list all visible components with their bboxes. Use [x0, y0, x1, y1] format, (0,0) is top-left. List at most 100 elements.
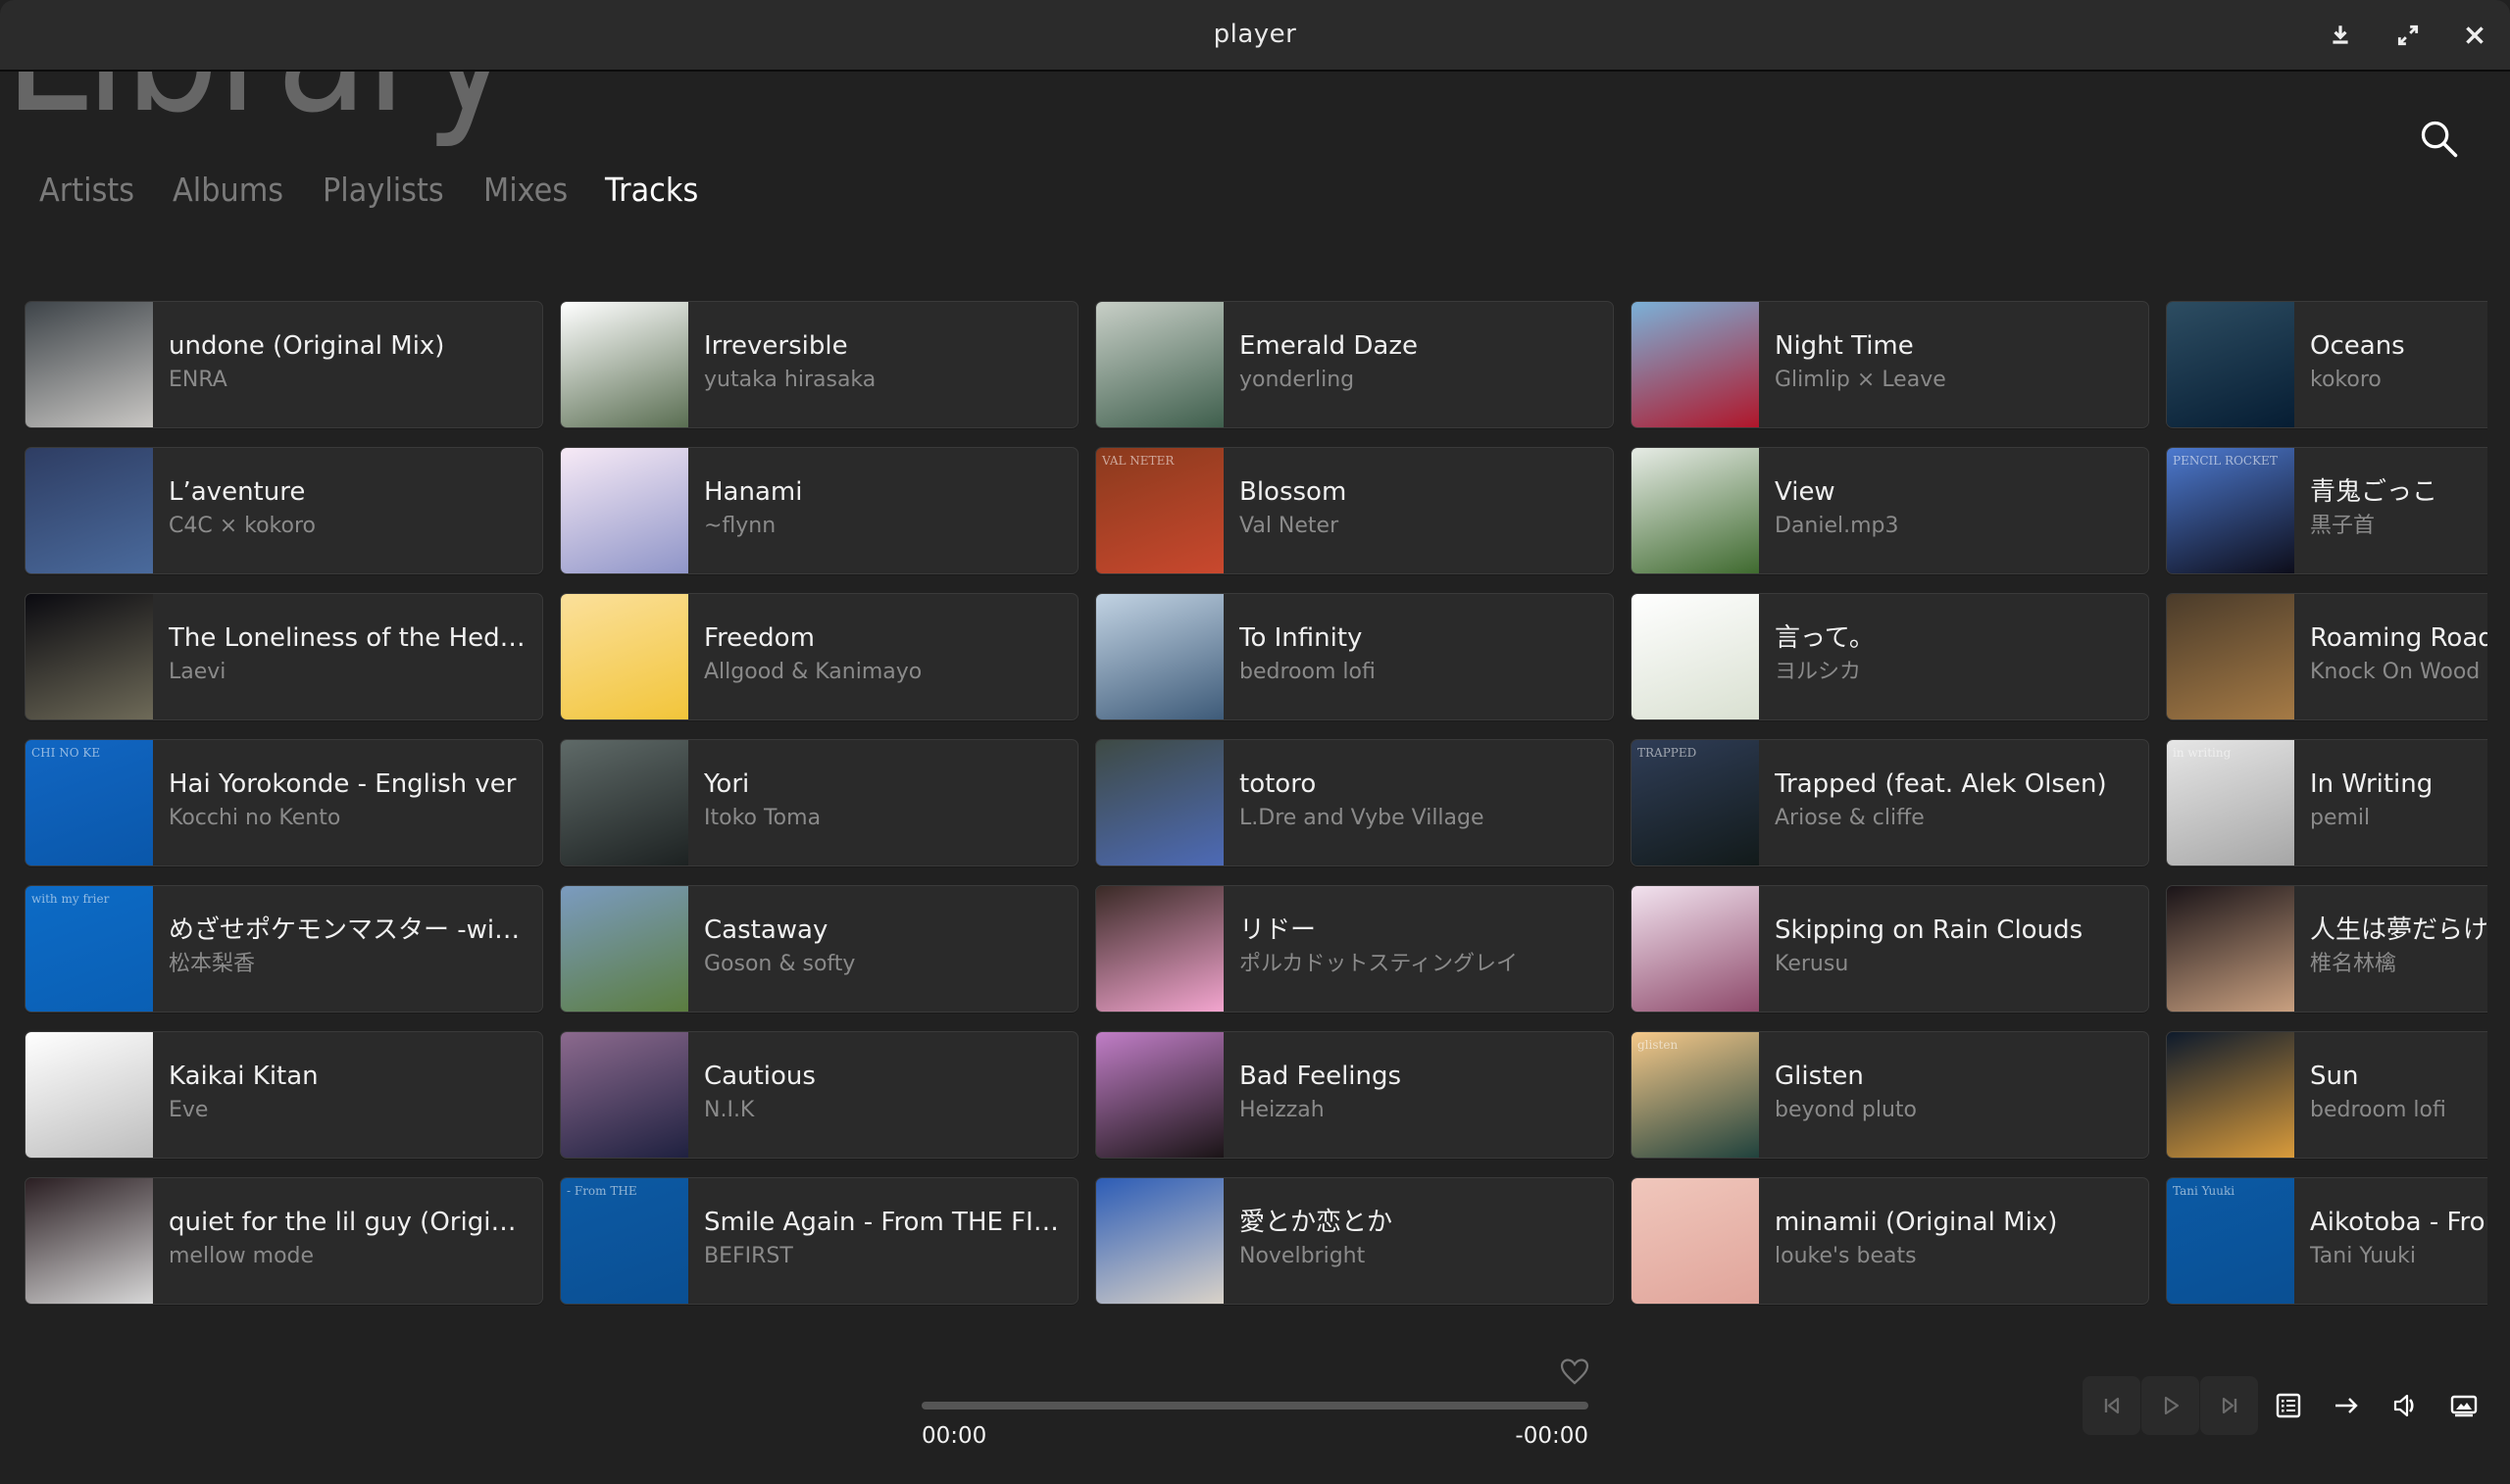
track-card[interactable]: Night Time Glimlip × Leave	[1631, 301, 2149, 428]
tab-mixes[interactable]: Mixes	[483, 171, 568, 209]
track-title: Hanami	[704, 477, 803, 507]
heart-icon	[1560, 1359, 1589, 1385]
tab-albums[interactable]: Albums	[173, 171, 283, 209]
track-card[interactable]: To Infinity bedroom lofi	[1095, 593, 1614, 720]
album-art	[2167, 1032, 2294, 1158]
queue-list-icon	[2276, 1393, 2301, 1418]
elapsed-time: 00:00	[922, 1423, 987, 1449]
repeat-mode-button[interactable]	[2329, 1388, 2364, 1423]
track-card[interactable]: Roaming Roads Knock On Wood	[2166, 593, 2487, 720]
search-button[interactable]	[2414, 114, 2465, 165]
track-artist: bedroom lofi	[2310, 1098, 2446, 1122]
track-artist: ポルカドットスティングレイ	[1239, 952, 1519, 976]
progress-slider[interactable]	[922, 1402, 1588, 1410]
track-info: 青鬼ごっこ 黒子首	[2310, 475, 2487, 542]
track-info: 言って。 ヨルシカ	[1775, 621, 2133, 688]
track-card[interactable]: Skipping on Rain Clouds Kerusu	[1631, 885, 2149, 1013]
queue-button[interactable]	[2271, 1388, 2306, 1423]
track-info: Skipping on Rain Clouds Kerusu	[1775, 914, 2133, 980]
album-art-caption: VAL NETER	[1102, 454, 1175, 468]
next-button[interactable]	[2200, 1376, 2258, 1435]
track-card[interactable]: totoro L.Dre and Vybe Village	[1095, 739, 1614, 866]
track-title: Sun	[2310, 1062, 2359, 1091]
album-art: CHI NO KE	[25, 740, 153, 866]
track-title: Glisten	[1775, 1062, 1864, 1091]
track-card[interactable]: Yori Itoko Toma	[560, 739, 1079, 866]
album-art-caption: TRAPPED	[1637, 746, 1697, 760]
track-card[interactable]: in writing In Writing pemil	[2166, 739, 2487, 866]
track-card[interactable]: VAL NETER Blossom Val Neter	[1095, 447, 1614, 574]
track-card[interactable]: quiet for the lil guy (Original Mix) mell…	[25, 1177, 543, 1305]
track-title: In Writing	[2310, 769, 2434, 799]
track-info: undone (Original Mix) ENRA	[169, 329, 527, 396]
track-info: 人生は夢だらけ椎名林檎	[2310, 914, 2487, 980]
album-art	[561, 448, 688, 573]
download-button[interactable]	[2323, 18, 2358, 53]
track-info: Trapped (feat. Alek Olsen) Ariose & cliff…	[1775, 767, 2133, 834]
track-card[interactable]: Castaway Goson & softy	[560, 885, 1079, 1013]
album-art-caption: with my frier	[31, 892, 110, 906]
track-card[interactable]: Sun bedroom lofi	[2166, 1031, 2487, 1159]
track-title: 人生は夢だらけ	[2310, 915, 2487, 945]
track-card[interactable]: L’aventure C4C × kokoro	[25, 447, 543, 574]
track-card[interactable]: Cautious N.I.K	[560, 1031, 1079, 1159]
track-title: Skipping on Rain Clouds	[1775, 915, 2083, 945]
tab-playlists[interactable]: Playlists	[323, 171, 444, 209]
track-card[interactable]: Kaikai Kitan Eve	[25, 1031, 543, 1159]
track-card[interactable]: with my frier めざせポケモンマスター -with my friend…	[25, 885, 543, 1013]
track-artist: pemil	[2310, 806, 2371, 830]
playback-controls	[2083, 1376, 2258, 1435]
track-info: Cautious N.I.K	[704, 1060, 1062, 1126]
track-info: Castaway Goson & softy	[704, 914, 1062, 980]
volume-button[interactable]	[2387, 1388, 2423, 1423]
track-info: minamii (Original Mix) louke's beats	[1775, 1206, 2133, 1272]
play-button[interactable]	[2141, 1376, 2199, 1435]
track-card[interactable]: リドー ポルカドットスティングレイ	[1095, 885, 1614, 1013]
track-title: Hai Yorokonde - English ver	[169, 769, 517, 799]
close-button[interactable]	[2457, 18, 2492, 53]
track-card[interactable]: 言って。 ヨルシカ	[1631, 593, 2149, 720]
tab-tracks[interactable]: Tracks	[605, 171, 698, 209]
track-card[interactable]: Tani YuukiAikotoba - From THE FIRST TAKE…	[2166, 1177, 2487, 1305]
previous-button[interactable]	[2083, 1376, 2140, 1435]
track-card[interactable]: Emerald Daze yonderling	[1095, 301, 1614, 428]
maximize-button[interactable]	[2390, 18, 2426, 53]
track-card[interactable]: 愛とか恋とか Novelbright	[1095, 1177, 1614, 1305]
track-title: The Loneliness of the Hedgehog	[169, 623, 527, 653]
track-card[interactable]: minamii (Original Mix) louke's beats	[1631, 1177, 2149, 1305]
album-art	[1632, 886, 1759, 1012]
track-card[interactable]: - From THE Smile Again - From THE FIRST T…	[560, 1177, 1079, 1305]
track-card[interactable]: Bad Feelings Heizzah	[1095, 1031, 1614, 1159]
track-artist: beyond pluto	[1775, 1098, 1917, 1122]
track-info: The Loneliness of the Hedgehog Laevi	[169, 621, 527, 688]
track-artist: kokoro	[2310, 368, 2382, 392]
track-artist: Val Neter	[1239, 514, 1339, 538]
track-artist: 黒子首	[2310, 514, 2376, 538]
track-title: Castaway	[704, 915, 828, 945]
track-card[interactable]: TRAPPED Trapped (feat. Alek Olsen) Ariose …	[1631, 739, 2149, 866]
track-card[interactable]: View Daniel.mp3	[1631, 447, 2149, 574]
album-art-caption: CHI NO KE	[31, 746, 101, 760]
album-art	[1096, 594, 1224, 719]
track-card[interactable]: PENCIL ROCKET 青鬼ごっこ 黒子首	[2166, 447, 2487, 574]
track-card[interactable]: glisten Glisten beyond pluto	[1631, 1031, 2149, 1159]
tab-artists[interactable]: Artists	[39, 171, 134, 209]
track-card[interactable]: Oceans kokoro	[2166, 301, 2487, 428]
track-card[interactable]: The Loneliness of the Hedgehog Laevi	[25, 593, 543, 720]
track-card[interactable]: 人生は夢だらけ椎名林檎	[2166, 885, 2487, 1013]
track-card[interactable]: undone (Original Mix) ENRA	[25, 301, 543, 428]
album-art	[561, 302, 688, 427]
track-artist: Itoko Toma	[704, 806, 822, 830]
favorite-button[interactable]	[1559, 1357, 1590, 1386]
track-artist: 椎名林檎	[2310, 952, 2397, 976]
play-icon	[2164, 1396, 2179, 1415]
track-card[interactable]: Irreversible yutaka hirasaka	[560, 301, 1079, 428]
track-artist: Kocchi no Kento	[169, 806, 341, 830]
search-icon	[2421, 121, 2458, 158]
track-artist: Allgood & Kanimayo	[704, 660, 923, 684]
track-card[interactable]: Freedom Allgood & Kanimayo	[560, 593, 1079, 720]
display-button[interactable]	[2446, 1388, 2482, 1423]
track-card[interactable]: CHI NO KE Hai Yorokonde - English ver Kocc…	[25, 739, 543, 866]
track-artist: Laevi	[169, 660, 226, 684]
track-card[interactable]: Hanami ~flynn	[560, 447, 1079, 574]
